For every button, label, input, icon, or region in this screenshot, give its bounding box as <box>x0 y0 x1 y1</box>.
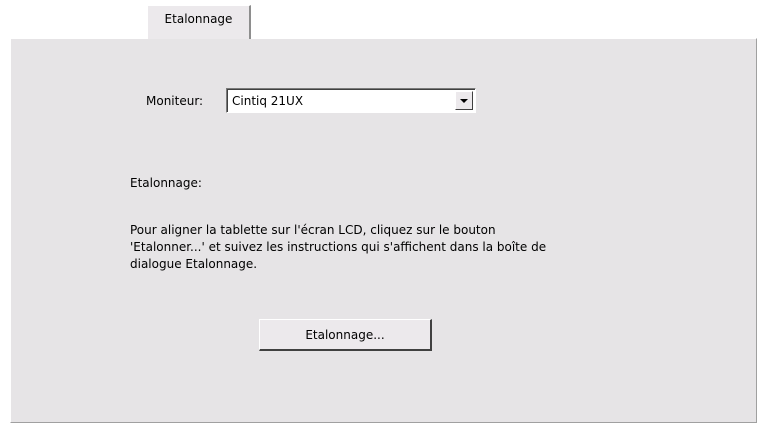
tab-etalonnage[interactable]: Etalonnage <box>147 5 251 39</box>
monitor-dropdown-button[interactable] <box>455 91 473 110</box>
instructions-line: Pour aligner la tablette sur l'écran LCD… <box>130 223 496 237</box>
tab-label: Etalonnage <box>164 12 233 26</box>
instructions-line: dialogue Etalonnage. <box>130 257 258 271</box>
monitor-select[interactable]: Cintiq 21UX <box>226 88 476 113</box>
monitor-select-value: Cintiq 21UX <box>232 94 304 108</box>
instructions-line: 'Etalonner...' et suivez les instruction… <box>130 240 547 254</box>
calibration-section-label: Etalonnage: <box>130 176 202 190</box>
calibration-instructions: Pour aligner la tablette sur l'écran LCD… <box>130 222 630 273</box>
chevron-down-icon <box>460 99 468 103</box>
monitor-label: Moniteur: <box>146 94 204 108</box>
calibrate-button[interactable]: Etalonnage... <box>259 319 432 351</box>
